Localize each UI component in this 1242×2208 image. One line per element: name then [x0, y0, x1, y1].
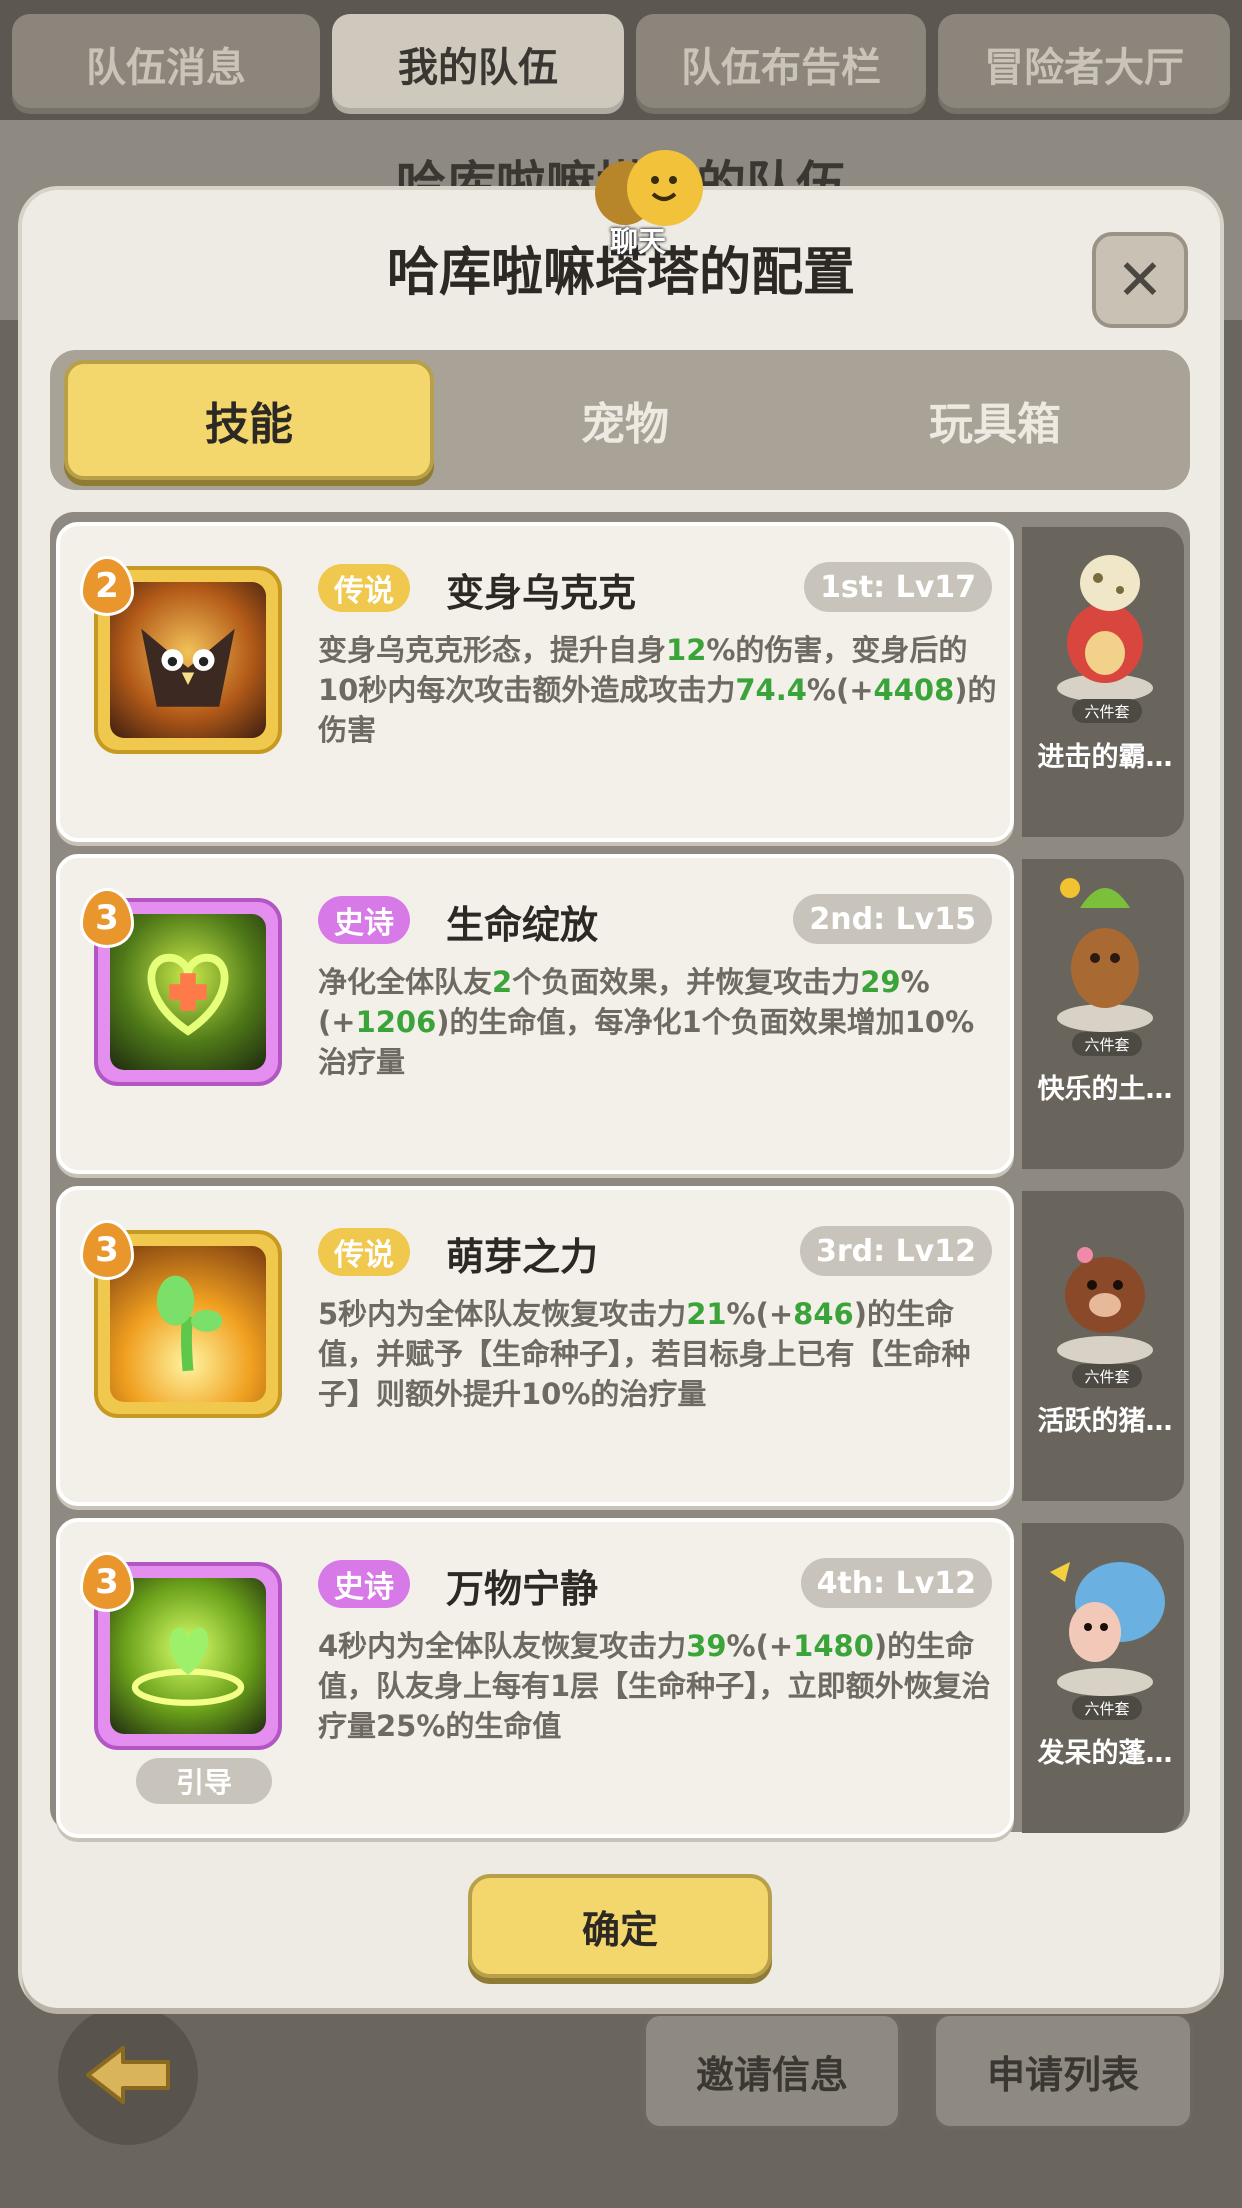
- skill-level-badge: 3: [80, 1552, 134, 1612]
- skill-name: 变身乌克克: [446, 571, 637, 615]
- skill-card[interactable]: 3 史诗 生命绽放 2nd: Lv15 净化全体队友2个负面效果，并恢复攻击力2…: [56, 854, 1014, 1174]
- modal-tab-bar: 技能 宠物 玩具箱: [50, 350, 1190, 490]
- rarity-badge: 史诗: [318, 896, 410, 944]
- apply-list-button[interactable]: 申请列表: [932, 2012, 1194, 2130]
- tab-pets[interactable]: 宠物: [440, 360, 810, 480]
- skill-level-badge: 3: [80, 1220, 134, 1280]
- skill-slot-level: 2nd: Lv15: [793, 894, 992, 944]
- rarity-badge: 传说: [318, 1228, 410, 1276]
- set-tag: 六件套: [1072, 1364, 1142, 1388]
- tab-team-board[interactable]: 队伍布告栏: [636, 14, 926, 114]
- pet-name: 进击的霸…: [1037, 742, 1173, 773]
- rarity-badge: 传说: [318, 564, 410, 612]
- skill-name: 萌芽之力: [446, 1235, 599, 1279]
- tree-pet-icon: [1040, 868, 1170, 1038]
- skill-level-badge: 3: [80, 888, 134, 948]
- dinosaur-pet-icon: [1040, 538, 1170, 708]
- confirm-button[interactable]: 确定: [468, 1874, 772, 1978]
- sheep-pet-icon: [1040, 1532, 1170, 1702]
- tab-toybox[interactable]: 玩具箱: [810, 360, 1180, 480]
- guide-tag: 引导: [136, 1758, 272, 1804]
- tab-team-messages[interactable]: 队伍消息: [12, 14, 320, 114]
- skill-card[interactable]: 3 引导 史诗 万物宁静 4th: Lv12 4秒内为全体队友恢复攻击力39%(…: [56, 1518, 1014, 1838]
- pet-name: 发呆的蓬…: [1037, 1738, 1173, 1769]
- top-tab-bar: 队伍消息 我的队伍 队伍布告栏 冒险者大厅: [0, 0, 1242, 120]
- skill-description: 净化全体队友2个负面效果，并恢复攻击力29%(+1206)的生命值，每净化1个负…: [318, 965, 975, 1079]
- tab-skills[interactable]: 技能: [64, 360, 434, 480]
- tab-adventurer-hall[interactable]: 冒险者大厅: [938, 14, 1230, 114]
- pet-name: 快乐的土…: [1037, 1074, 1173, 1105]
- back-button[interactable]: [58, 2005, 198, 2145]
- set-tag: 六件套: [1072, 1696, 1142, 1720]
- set-tag: 六件套: [1072, 699, 1142, 723]
- close-button[interactable]: ✕: [1092, 232, 1188, 328]
- skill-slot-level: 3rd: Lv12: [799, 1226, 992, 1276]
- skill-name: 万物宁静: [446, 1567, 599, 1611]
- config-modal: 哈库啦嘛塔塔的配置 ✕ 技能 宠物 玩具箱 2 传说 变身乌克克 1st: Lv…: [22, 190, 1220, 2008]
- heart-flower-icon: [110, 914, 266, 1070]
- skill-description: 5秒内为全体队友恢复攻击力21%(+846)的生命值，并赋予【生命种子】，若目标…: [318, 1297, 971, 1411]
- calm-skill-icon: [110, 1578, 266, 1734]
- rarity-badge: 史诗: [318, 1560, 410, 1608]
- skill-card[interactable]: 3 传说 萌芽之力 3rd: Lv12 5秒内为全体队友恢复攻击力21%(+84…: [56, 1186, 1014, 1506]
- pet-name: 活跃的猪…: [1037, 1406, 1173, 1437]
- skill-description: 变身乌克克形态，提升自身12%的伤害，变身后的10秒内每次攻击额外造成攻击力74…: [318, 633, 997, 747]
- skill-description: 4秒内为全体队友恢复攻击力39%(+1480)的生命值，队友身上每有1层【生命种…: [318, 1629, 991, 1743]
- skill-slot-level: 4th: Lv12: [800, 1558, 992, 1608]
- set-tag: 六件套: [1072, 1032, 1142, 1056]
- skill-slot-level: 1st: Lv17: [804, 562, 992, 612]
- skill-card[interactable]: 2 传说 变身乌克克 1st: Lv17 变身乌克克形态，提升自身12%的伤害，…: [56, 522, 1014, 842]
- back-arrow-icon: [86, 2046, 170, 2104]
- tab-my-team[interactable]: 我的队伍: [332, 14, 624, 114]
- skill-name: 生命绽放: [446, 903, 599, 947]
- chat-label: 聊天: [610, 225, 667, 258]
- owl-skill-icon: [110, 582, 266, 738]
- boar-pet-icon: [1040, 1200, 1170, 1370]
- sprout-skill-icon: [110, 1246, 266, 1402]
- skill-level-badge: 2: [80, 556, 134, 616]
- invite-info-button[interactable]: 邀请信息: [642, 2012, 902, 2130]
